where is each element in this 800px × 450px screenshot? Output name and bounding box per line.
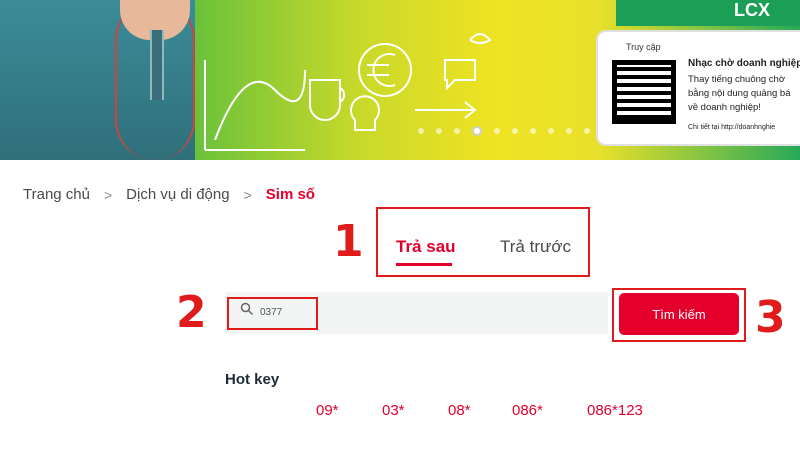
breadcrumb: Trang chủ > Dịch vụ di động > Sim số <box>23 186 315 203</box>
carousel-dot[interactable] <box>530 128 536 134</box>
annotation-number-2: 2 <box>176 287 207 338</box>
promo-line: về doanh nghiệp! <box>688 102 761 113</box>
promo-footer: Chi tiết tại http://doanhnghie <box>688 124 776 131</box>
carousel-dot[interactable] <box>620 128 626 134</box>
hotkey-title: Hot key <box>225 371 280 388</box>
euro-doodle-icon <box>358 43 412 97</box>
annotation-number-1: 1 <box>333 216 364 267</box>
carousel-dot[interactable] <box>454 128 460 134</box>
chevron-right-icon: > <box>243 186 252 203</box>
banner-info-panel: Truy cập Nhạc chờ doanh nghiệp Thay tiến… <box>596 30 800 146</box>
carousel-dot[interactable] <box>472 126 482 136</box>
carousel-dots <box>418 126 626 136</box>
lightbulb-doodle-icon <box>350 95 380 131</box>
annotation-number-3: 3 <box>755 292 786 343</box>
qr-label: Truy cập <box>626 42 661 52</box>
tab-prepaid[interactable]: Trả trước <box>500 237 571 257</box>
carousel-dot[interactable] <box>584 128 590 134</box>
carousel-dot[interactable] <box>548 128 554 134</box>
hotkey-item[interactable]: 086*123 <box>587 402 643 419</box>
chat-bubble-doodle-icon <box>444 59 476 91</box>
qr-code-icon <box>609 57 679 127</box>
banner-person-image <box>0 0 195 160</box>
carousel-dot[interactable] <box>512 128 518 134</box>
banner-brand-text: LCX <box>734 0 770 20</box>
chevron-right-icon: > <box>103 186 113 203</box>
bird-doodle-icon <box>469 33 492 44</box>
banner-brand-tab: LCX <box>616 0 800 26</box>
promo-banner[interactable]: LCX Truy cập Nhạc chờ doanh nghiệp Thay … <box>0 0 800 160</box>
hotkey-item[interactable]: 086* <box>512 402 543 419</box>
hotkey-item[interactable]: 03* <box>382 402 405 419</box>
breadcrumb-current: Sim số <box>265 186 315 203</box>
hotkey-item[interactable]: 09* <box>316 402 339 419</box>
tab-postpaid[interactable]: Trả sau <box>396 237 456 257</box>
hotkey-item[interactable]: 08* <box>448 402 471 419</box>
annotation-box-search <box>227 297 318 330</box>
carousel-dot[interactable] <box>418 128 424 134</box>
banner-doodles <box>204 33 492 151</box>
carousel-dot[interactable] <box>494 128 500 134</box>
promo-line: bằng nội dung quảng bá <box>688 88 791 99</box>
carousel-dot[interactable] <box>566 128 572 134</box>
breadcrumb-home-link[interactable]: Trang chủ <box>23 186 90 203</box>
arrow-doodle-icon <box>415 101 477 119</box>
tab-active-underline <box>396 263 452 266</box>
search-button[interactable]: Tìm kiếm <box>619 293 739 335</box>
chart-doodle-icon <box>204 60 306 151</box>
breadcrumb-mobile-link[interactable]: Dịch vụ di động <box>126 186 229 203</box>
person-tie <box>150 30 164 100</box>
coffee-cup-doodle-icon <box>309 79 346 121</box>
promo-line: Thay tiếng chuông chờ <box>688 74 786 85</box>
carousel-dot[interactable] <box>436 128 442 134</box>
promo-title: Nhạc chờ doanh nghiệp <box>688 58 800 69</box>
carousel-dot[interactable] <box>602 128 608 134</box>
